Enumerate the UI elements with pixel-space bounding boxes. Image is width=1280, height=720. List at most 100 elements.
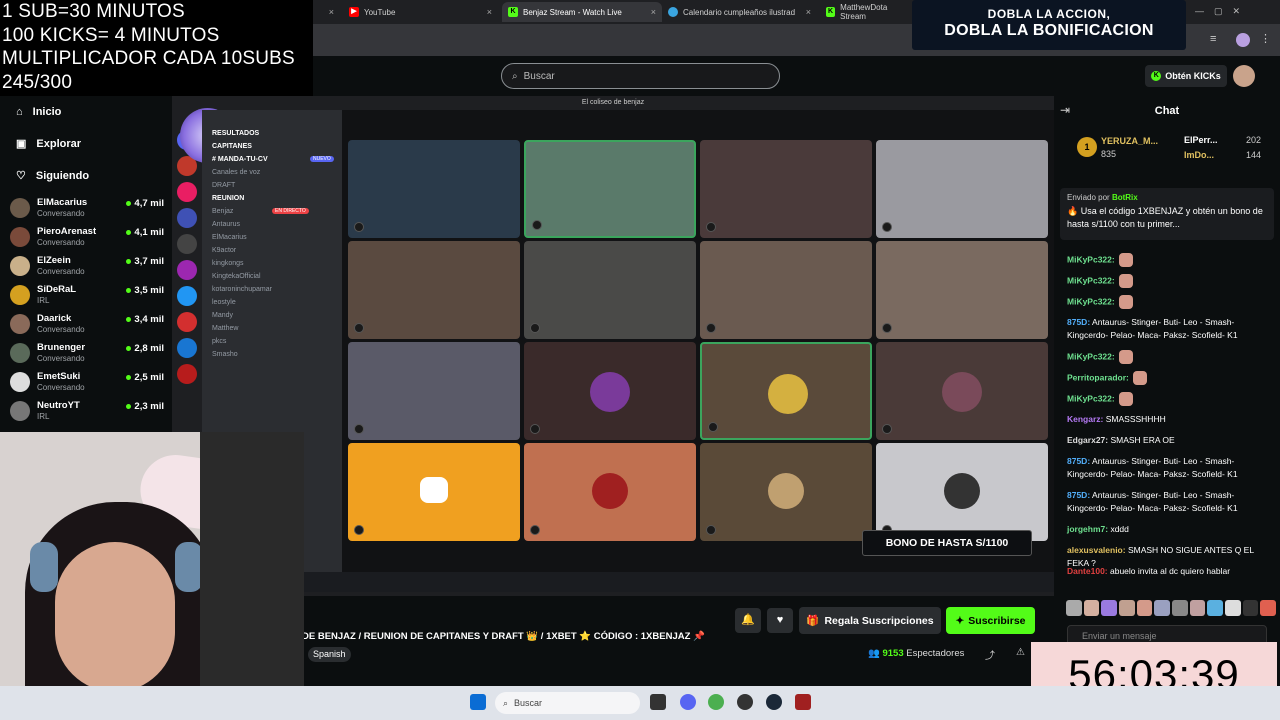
windows-start-icon[interactable]	[470, 694, 486, 710]
participant-tile[interactable]	[700, 140, 872, 238]
chat-username[interactable]: Perritoparador:	[1067, 372, 1129, 382]
chat-message[interactable]: Kengarz: SMASSSHHHH	[1067, 413, 1263, 426]
emote-icon[interactable]	[1242, 600, 1259, 616]
discord-channel-item[interactable]: # MANDA-TU-CV	[212, 156, 268, 163]
participant-tile[interactable]	[876, 241, 1048, 339]
close-tab-icon[interactable]: ×	[806, 7, 811, 17]
tab-matthewdota[interactable]: K MatthewDota Stream	[820, 2, 915, 22]
sidebar-channel[interactable]: Brunenger Conversando 2,8 mil	[10, 341, 164, 369]
chat-username[interactable]: 875D:	[1067, 456, 1090, 466]
participant-tile[interactable]	[524, 241, 696, 339]
chat-message[interactable]: 875D: Antaurus- Stinger- Buti- Leo - Sma…	[1067, 316, 1263, 342]
sidebar-channel[interactable]: Daarick Conversando 3,4 mil	[10, 312, 164, 340]
follow-button[interactable]: ♥	[767, 608, 793, 633]
participant-tile[interactable]	[524, 140, 696, 238]
participant-tile[interactable]	[700, 342, 872, 440]
chat-username[interactable]: MiKyPc322:	[1067, 393, 1115, 403]
language-tag[interactable]: Spanish	[308, 647, 351, 662]
chat-message[interactable]: 875D: Antaurus- Stinger- Buti- Leo - Sma…	[1067, 455, 1263, 481]
emote-icon[interactable]	[1119, 600, 1135, 616]
chat-username[interactable]: MiKyPc322:	[1067, 275, 1115, 285]
participant-tile[interactable]	[524, 342, 696, 440]
sidebar-channel[interactable]: PieroArenast Conversando 4,1 mil	[10, 225, 164, 253]
notifications-button[interactable]: 🔔	[735, 608, 761, 633]
emote-icon[interactable]	[1260, 600, 1277, 616]
avatar[interactable]	[1233, 65, 1255, 87]
sidebar-channel[interactable]: NeutroYT IRL 2,3 mil	[10, 399, 164, 427]
chat-message[interactable]: jorgehm7: xddd	[1067, 523, 1263, 536]
profile-icon[interactable]	[1236, 33, 1250, 47]
participant-tile[interactable]	[348, 241, 520, 339]
chat-message[interactable]: Dante100: abuelo invita al dc quiero hab…	[1067, 565, 1263, 578]
leader-name[interactable]: ImDo...	[1184, 150, 1214, 160]
chat-message[interactable]: MiKyPc322:	[1067, 392, 1263, 406]
chat-message[interactable]: Perritoparador:	[1067, 371, 1263, 385]
obs-app-icon[interactable]	[737, 694, 753, 710]
chat-message[interactable]: Edgarx27: SMASH ERA OE	[1067, 434, 1263, 447]
get-kicks-button[interactable]: K Obtén KICKs	[1145, 65, 1227, 87]
emote-icon[interactable]	[1154, 600, 1171, 616]
participant-tile[interactable]	[348, 342, 520, 440]
sidebar-channel[interactable]: ElZeein Conversando 3,7 mil	[10, 254, 164, 282]
chat-message[interactable]: 875D: Antaurus- Stinger- Buti- Leo - Sma…	[1067, 489, 1263, 515]
dota-app-icon[interactable]	[795, 694, 811, 710]
leader-name[interactable]: ElPerr...	[1184, 135, 1218, 145]
chat-username[interactable]: MiKyPc322:	[1067, 351, 1115, 361]
discord-channel-item[interactable]: REUNION	[212, 195, 244, 202]
chat-username[interactable]: 875D:	[1067, 490, 1090, 500]
chrome-app-icon[interactable]	[708, 694, 724, 710]
emote-bar[interactable]	[1066, 600, 1277, 616]
participant-tile[interactable]	[524, 443, 696, 541]
discord-channel-item[interactable]: ElMacarius	[212, 234, 247, 241]
window-controls[interactable]: — ▢ ✕	[1195, 6, 1240, 17]
sidebar-channel[interactable]: ElMacarius Conversando 4,7 mil	[10, 196, 164, 224]
emote-icon[interactable]	[1189, 600, 1206, 616]
taskbar-search-input[interactable]: ⌕ Buscar	[495, 692, 640, 714]
tab-benjaz[interactable]: K Benjaz Stream - Watch Live ×	[502, 2, 662, 22]
chat-username[interactable]: MiKyPc322:	[1067, 254, 1115, 264]
emote-icon[interactable]	[1136, 600, 1153, 616]
participant-tile[interactable]	[876, 443, 1048, 541]
nav-explorar[interactable]: ▣ Explorar	[16, 137, 81, 151]
discord-channel-item[interactable]: Matthew	[212, 325, 238, 332]
participant-tile[interactable]	[348, 443, 520, 541]
participant-tile[interactable]	[876, 342, 1048, 440]
discord-channel-item[interactable]: DRAFT	[212, 182, 235, 189]
close-tab-icon[interactable]: ×	[651, 7, 656, 17]
emote-icon[interactable]	[1225, 600, 1241, 616]
nav-siguiendo[interactable]: ♡ Siguiendo	[16, 169, 89, 183]
tab-calendario[interactable]: Calendario cumpleaños ilustrad ×	[662, 2, 817, 22]
playlist-icon[interactable]: ≡	[1210, 33, 1216, 45]
chat-username[interactable]: alexusvalenio:	[1067, 545, 1126, 555]
discord-channel-item[interactable]: Antaurus	[212, 221, 240, 228]
sidebar-channel[interactable]: EmetSuki Conversando 2,5 mil	[10, 370, 164, 398]
discord-channel-item[interactable]: kotaroninchupamar	[212, 286, 272, 293]
participant-tile[interactable]	[700, 443, 872, 541]
discord-app-icon[interactable]	[680, 694, 696, 710]
chat-message[interactable]: MiKyPc322:	[1067, 274, 1263, 288]
share-icon[interactable]: ⤴	[985, 647, 995, 662]
chat-username[interactable]: jorgehm7:	[1067, 524, 1108, 534]
gift-subs-button[interactable]: 🎁 Regala Suscripciones	[799, 607, 941, 634]
discord-channel-item[interactable]: Smasho	[212, 351, 238, 358]
leader-name[interactable]: YERUZA_M...	[1101, 136, 1158, 146]
discord-channel-item[interactable]: KingtekaOfficial	[212, 273, 261, 280]
discord-channel-item[interactable]: RESULTADOS	[212, 130, 259, 137]
participant-tile[interactable]	[876, 140, 1048, 238]
steam-app-icon[interactable]	[766, 694, 782, 710]
chat-message[interactable]: MiKyPc322:	[1067, 253, 1263, 267]
discord-channel-item[interactable]: Benjaz	[212, 208, 233, 215]
chat-username[interactable]: 875D:	[1067, 317, 1090, 327]
discord-channel-item[interactable]: Mandy	[212, 312, 233, 319]
emote-icon[interactable]	[1083, 600, 1100, 616]
emote-icon[interactable]	[1207, 600, 1224, 616]
chat-username[interactable]: Edgarx27:	[1067, 435, 1108, 445]
chat-username[interactable]: MiKyPc322:	[1067, 296, 1115, 306]
subscribe-button[interactable]: ✦ Suscribirse	[946, 607, 1035, 634]
task-view-icon[interactable]	[650, 694, 666, 710]
emote-icon[interactable]	[1066, 600, 1082, 616]
discord-channel-item[interactable]: kingkongs	[212, 260, 244, 267]
discord-channel-item[interactable]: pkcs	[212, 338, 226, 345]
close-tab-icon[interactable]: ×	[487, 7, 492, 17]
menu-icon[interactable]: ⋮	[1260, 32, 1271, 45]
